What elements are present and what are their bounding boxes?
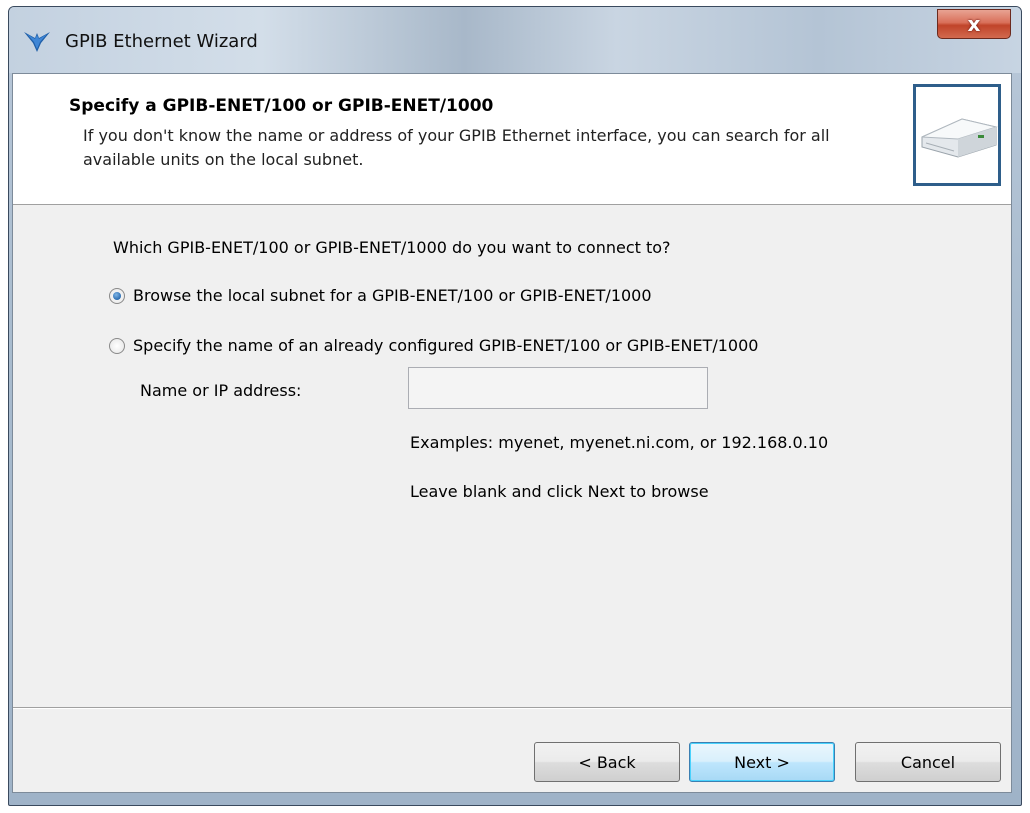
examples-text: Examples: myenet, myenet.ni.com, or 192.… <box>410 433 829 452</box>
close-icon: x <box>967 12 981 36</box>
button-separator <box>13 707 1011 709</box>
radio-specify-label[interactable]: Specify the name of an already configure… <box>133 336 758 355</box>
back-button[interactable]: < Back <box>534 742 680 782</box>
title-bar[interactable]: GPIB Ethernet Wizard x <box>9 7 1021 73</box>
cancel-button[interactable]: Cancel <box>855 742 1001 782</box>
next-button[interactable]: Next > <box>689 742 835 782</box>
ethernet-device-icon <box>913 84 1001 186</box>
browse-hint-text: Leave blank and click Next to browse <box>410 482 709 501</box>
radio-browse-label[interactable]: Browse the local subnet for a GPIB-ENET/… <box>133 286 652 305</box>
radio-button-unselected[interactable] <box>109 337 125 354</box>
name-or-ip-label: Name or IP address: <box>140 381 302 400</box>
connection-question: Which GPIB-ENET/100 or GPIB-ENET/1000 do… <box>113 238 671 257</box>
wizard-window: GPIB Ethernet Wizard x Specify a GPIB-EN… <box>8 6 1022 806</box>
radio-browse-subnet[interactable]: Browse the local subnet for a GPIB-ENET/… <box>109 286 652 305</box>
page-title: Specify a GPIB-ENET/100 or GPIB-ENET/100… <box>69 96 494 116</box>
close-button[interactable]: x <box>937 9 1011 39</box>
page-description: If you don't know the name or address of… <box>83 126 830 169</box>
ni-eagle-icon <box>24 32 50 52</box>
radio-specify-name[interactable]: Specify the name of an already configure… <box>109 336 758 355</box>
name-or-ip-input[interactable] <box>408 367 708 409</box>
window-title: GPIB Ethernet Wizard <box>65 31 258 52</box>
wizard-header: Specify a GPIB-ENET/100 or GPIB-ENET/100… <box>13 74 1011 205</box>
wizard-client-area: Specify a GPIB-ENET/100 or GPIB-ENET/100… <box>12 73 1012 793</box>
radio-button-selected[interactable] <box>109 287 125 304</box>
